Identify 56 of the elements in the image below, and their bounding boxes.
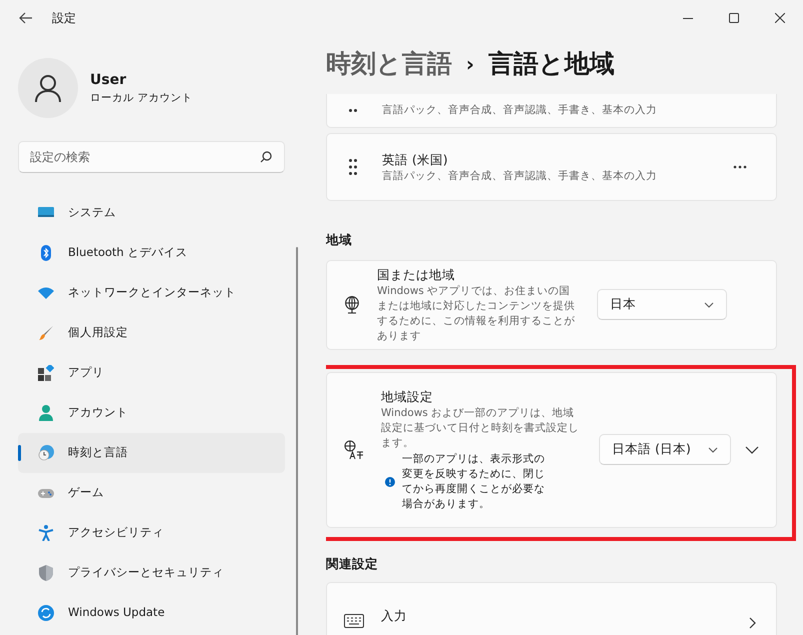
info-icon (385, 476, 395, 487)
setting-description: Windows やアプリでは、お住まいの国または地域に対応したコンテンツを提供するために、この情報を利用することがあります (377, 284, 576, 344)
maximize-icon[interactable] (729, 13, 739, 23)
nav-item[interactable]: アクセシビリティ (18, 513, 285, 553)
chevron-right-icon[interactable] (749, 616, 756, 628)
bluetooth-icon (38, 245, 54, 261)
language-region-icon (344, 440, 364, 460)
drag-handle-icon[interactable] (349, 109, 357, 115)
language-features: 言語パック、音声合成、音声認識、手書き、基本の入力 (382, 103, 658, 118)
breadcrumb-parent[interactable]: 時刻と言語 (326, 45, 452, 83)
nav-item[interactable]: 時刻と言語 (18, 433, 285, 473)
nav-item[interactable]: システム (18, 193, 285, 233)
nav-item[interactable]: アカウント (18, 393, 285, 433)
nav-item[interactable]: ゲーム (18, 473, 285, 513)
nav-item[interactable]: ネットワークとインターネット (18, 273, 285, 313)
dropdown[interactable]: 日本語 (日本) (599, 434, 731, 466)
chevron-down-icon (704, 302, 714, 308)
section-heading: 関連設定 (326, 554, 379, 573)
keyboard-icon (344, 614, 364, 628)
scrollbar[interactable] (296, 247, 298, 635)
language-name: 英語 (米国) (382, 150, 449, 168)
breadcrumb-separator: › (466, 51, 474, 78)
language-features: 言語パック、音声合成、音声認識、手書き、基本の入力 (382, 168, 658, 184)
window-title: 設定 (52, 10, 76, 27)
setting-description: Windows および一部のアプリは、地域設定に基づいて日付と時刻を書式設定します。 (381, 406, 580, 451)
nav-item[interactable]: プライバシーとセキュリティ (18, 553, 285, 593)
brush-icon (38, 325, 54, 341)
wifi-icon (38, 285, 54, 301)
shield-icon (38, 565, 54, 581)
account-type: ローカル アカウント (90, 90, 192, 106)
globe-icon (344, 296, 360, 314)
page-title: 言語と地域 (488, 48, 614, 80)
drag-handle-icon[interactable] (349, 159, 357, 175)
nav-item[interactable]: Bluetooth とデバイス (18, 233, 285, 273)
setting-title: 地域設定 (381, 388, 434, 406)
search-icon[interactable] (260, 151, 272, 163)
more-icon[interactable] (733, 165, 747, 169)
nav-item[interactable]: Windows Update (18, 593, 285, 633)
setting-title: 入力 (381, 606, 408, 624)
person-icon (38, 405, 54, 421)
close-icon[interactable] (775, 13, 785, 23)
search-field[interactable]: 設定の検索 (18, 141, 285, 173)
nav-item[interactable]: アプリ (18, 353, 285, 393)
note-text: 一部のアプリは、表示形式の変更を反映するために、閉じてから再度開くことが必要な場合があります。 (402, 452, 546, 512)
clock-globe-icon (38, 445, 54, 461)
dropdown[interactable]: 日本 (597, 289, 727, 320)
nav-item[interactable]: 個人用設定 (18, 313, 285, 353)
user-name: User (90, 70, 128, 90)
back-icon[interactable] (19, 12, 33, 24)
apps-icon (38, 365, 54, 381)
chevron-down-icon (708, 446, 718, 453)
expand-chevron-icon[interactable] (745, 446, 759, 454)
setting-title: 国または地域 (377, 266, 456, 284)
refresh-icon (38, 605, 54, 621)
selection-indicator (18, 445, 21, 461)
accessibility-icon (38, 525, 54, 541)
